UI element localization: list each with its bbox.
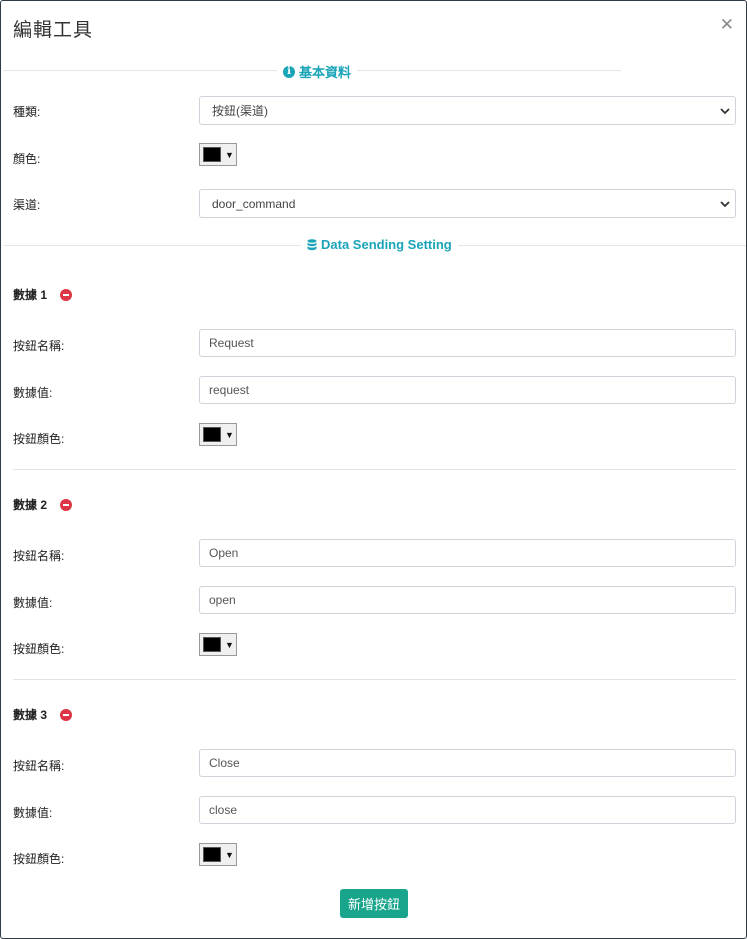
item-divider bbox=[13, 679, 736, 680]
remove-circle-icon[interactable] bbox=[60, 498, 73, 511]
chevron-down-icon bbox=[720, 201, 730, 208]
chevron-down-icon bbox=[720, 108, 730, 115]
color-swatch bbox=[203, 427, 221, 442]
data-section-label: Data Sending Setting bbox=[321, 237, 452, 252]
caret-down-icon: ▼ bbox=[225, 639, 234, 650]
button-name-input[interactable]: Open bbox=[199, 539, 736, 567]
caret-down-icon: ▼ bbox=[225, 149, 234, 160]
data-value-label: 數據值: bbox=[13, 386, 53, 400]
remove-circle-icon[interactable] bbox=[60, 288, 73, 301]
button-name-input[interactable]: Request bbox=[199, 329, 736, 357]
add-button[interactable]: 新增按鈕 bbox=[340, 889, 408, 918]
color-label: 顏色: bbox=[13, 152, 41, 166]
caret-down-icon: ▼ bbox=[225, 429, 234, 440]
button-color-label: 按鈕顏色: bbox=[13, 432, 65, 446]
modal-title: 編輯工具 bbox=[13, 20, 94, 41]
type-select-value: 按鈕(渠道) bbox=[212, 104, 268, 118]
data-value-input[interactable]: open bbox=[199, 586, 736, 614]
data-value-label: 數據值: bbox=[13, 806, 53, 820]
data-item-header: 數據 1 bbox=[13, 286, 73, 303]
data-value-input[interactable]: request bbox=[199, 376, 736, 404]
button-color-picker[interactable]: ▼ bbox=[199, 633, 237, 656]
type-select[interactable]: 按鈕(渠道) bbox=[199, 96, 736, 125]
info-icon: i bbox=[283, 65, 295, 78]
data-item-title: 數據 3 bbox=[13, 708, 48, 722]
database-icon bbox=[307, 238, 317, 250]
data-item-title: 數據 2 bbox=[13, 498, 48, 512]
color-swatch bbox=[203, 847, 221, 862]
edit-tool-modal: 編輯工具 ✕ i 基本資料 種類: 按鈕(渠道) 顏色: ▼ 渠道: door_… bbox=[0, 0, 747, 939]
button-name-input[interactable]: Close bbox=[199, 749, 736, 777]
color-picker[interactable]: ▼ bbox=[199, 143, 237, 166]
button-name-label: 按鈕名稱: bbox=[13, 339, 65, 353]
close-icon[interactable]: ✕ bbox=[720, 16, 734, 33]
button-name-label: 按鈕名稱: bbox=[13, 549, 65, 563]
color-swatch bbox=[203, 147, 221, 162]
data-item-header: 數據 2 bbox=[13, 496, 73, 513]
channel-select[interactable]: door_command bbox=[199, 189, 736, 218]
button-color-picker[interactable]: ▼ bbox=[199, 423, 237, 446]
button-name-label: 按鈕名稱: bbox=[13, 759, 65, 773]
button-color-picker[interactable]: ▼ bbox=[199, 843, 237, 866]
data-value-label: 數據值: bbox=[13, 596, 53, 610]
remove-circle-icon[interactable] bbox=[60, 708, 73, 721]
type-label: 種類: bbox=[13, 105, 41, 119]
channel-label: 渠道: bbox=[13, 198, 41, 212]
item-divider bbox=[13, 469, 736, 470]
data-item-header: 數據 3 bbox=[13, 706, 73, 723]
color-swatch bbox=[203, 637, 221, 652]
button-color-label: 按鈕顏色: bbox=[13, 852, 65, 866]
data-item-title: 數據 1 bbox=[13, 288, 48, 302]
basic-section-label: 基本資料 bbox=[299, 65, 352, 80]
channel-select-value: door_command bbox=[212, 196, 296, 211]
button-color-label: 按鈕顏色: bbox=[13, 642, 65, 656]
basic-section-title: i 基本資料 bbox=[277, 62, 358, 81]
data-value-input[interactable]: close bbox=[199, 796, 736, 824]
caret-down-icon: ▼ bbox=[225, 849, 234, 860]
data-section-title: Data Sending Setting bbox=[301, 237, 458, 252]
